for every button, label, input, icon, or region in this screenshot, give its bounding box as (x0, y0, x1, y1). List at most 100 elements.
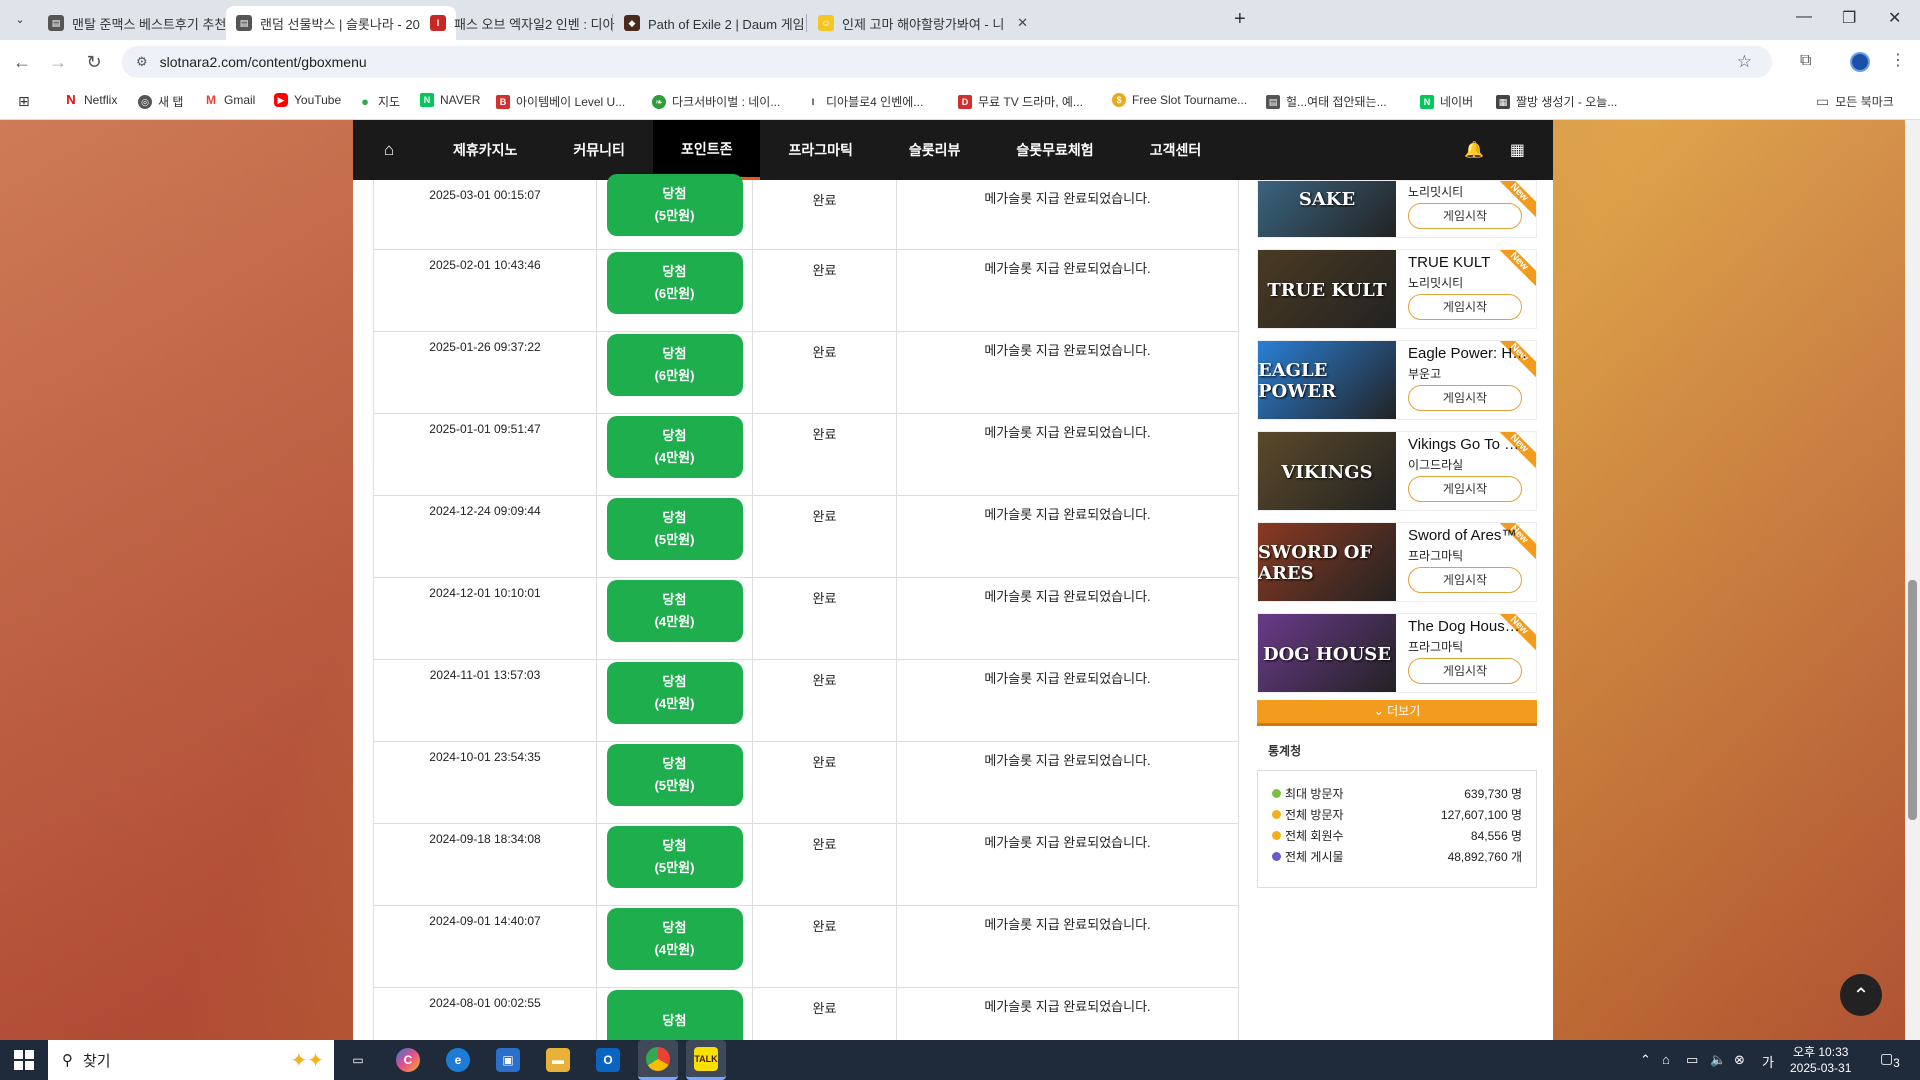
minimize-icon[interactable]: — (1796, 8, 1812, 26)
itembay-icon: B (496, 94, 510, 109)
extensions-puzzle-icon[interactable]: ⧉ (1800, 52, 1811, 70)
apps-grid-icon[interactable]: ⊞ (18, 93, 30, 110)
win-badge[interactable]: 당첨 (5만원) (606, 498, 743, 560)
win-badge[interactable]: 당첨 (5만원) (606, 744, 743, 806)
game-thumbnail[interactable]: SAKE (1258, 181, 1396, 237)
more-button[interactable]: ⌄ 더보기 (1257, 700, 1537, 726)
nav-item-pragmatic[interactable]: 프라그마틱 (760, 120, 880, 180)
game-card: DOG HOUSENewThe Dog House Muttley Crew프라… (1257, 613, 1537, 693)
stat-label: 전체 회원수 (1272, 827, 1344, 844)
browser-menu-kebab-icon[interactable]: ⋮ (1890, 50, 1906, 70)
all-bookmarks-label: 모든 북마크 (1835, 95, 1894, 109)
bookmark-itembay[interactable]: B 아이템베이 Level U... (496, 93, 625, 110)
play-game-button[interactable]: 게임시작 (1408, 658, 1522, 684)
nav-item-slot-review[interactable]: 슬롯리뷰 (881, 120, 989, 180)
game-thumbnail[interactable]: EAGLE POWER (1258, 341, 1396, 419)
win-badge[interactable]: 당첨 (4만원) (606, 416, 743, 478)
bookmark-new-tab[interactable]: ◎ 새 탭 (138, 93, 183, 110)
kakaotalk-icon[interactable]: TALK (686, 1040, 726, 1080)
play-game-button[interactable]: 게임시작 (1408, 385, 1522, 411)
profile-avatar[interactable] (1850, 52, 1870, 72)
address-bar[interactable]: ⚙ slotnara2.com/content/gboxmenu ☆ (122, 46, 1772, 78)
history-date: 2025-03-01 00:15:07 (373, 180, 597, 249)
new-tab-plus-icon[interactable]: + (1234, 8, 1246, 31)
outlook-icon[interactable]: O (596, 1048, 620, 1072)
play-game-button[interactable]: 게임시작 (1408, 203, 1522, 229)
bookmark-gmail[interactable]: M Gmail (204, 93, 255, 107)
stat-value: 84,556 명 (1470, 829, 1522, 843)
taskbar-search[interactable]: ⚲ 찾기 ✦✦ (48, 1040, 334, 1080)
file-explorer-icon[interactable]: ▬ (546, 1048, 570, 1072)
win-badge[interactable]: 당첨 (6만원) (606, 252, 743, 314)
volume-icon[interactable]: 🔈 (1710, 1052, 1726, 1068)
play-game-button[interactable]: 게임시작 (1408, 294, 1522, 320)
game-thumbnail[interactable]: VIKINGS (1258, 432, 1396, 510)
system-clock[interactable]: 오후 10:33 2025-03-31 (1790, 1044, 1851, 1076)
network-icon[interactable]: ▭ (1686, 1052, 1698, 1068)
task-view-icon[interactable]: ▭ (346, 1048, 370, 1072)
search-placeholder: 찾기 (83, 1052, 111, 1070)
forward-arrow-icon[interactable]: → (48, 52, 68, 73)
copilot-icon[interactable]: C (396, 1048, 420, 1072)
bookmark-dark-survival[interactable]: ❧ 다크서바이벌 : 네이... (652, 93, 780, 110)
browser-tab[interactable]: ☺ 인제 고마 해야할랑가봐여 - 니 ✕ (808, 6, 1038, 40)
store-icon[interactable]: ▣ (496, 1048, 520, 1072)
page-scrollbar[interactable] (1905, 120, 1920, 1040)
bookmark-diablo4-inven[interactable]: I 디아블로4 인벤에... (806, 93, 923, 110)
win-badge[interactable]: 당첨 (606, 990, 743, 1040)
nav-item-community[interactable]: 커뮤니티 (545, 120, 653, 180)
slot-favicon-icon: ▤ (236, 15, 252, 31)
game-thumbnail[interactable]: SWORD OF ARES (1258, 523, 1396, 601)
stat-bullet-icon (1272, 810, 1281, 819)
tab-search-chevron-icon[interactable]: ⌄ (10, 10, 30, 30)
play-game-button[interactable]: 게임시작 (1408, 476, 1522, 502)
close-tab-icon[interactable]: ✕ (1017, 15, 1028, 31)
new-games-list: SAKE New 노리밋시티 게임시작 TRUE KULT New TRUE KULT 노리밋… (1257, 180, 1537, 704)
ime-indicator-icon[interactable]: 가 (1762, 1052, 1774, 1071)
bookmark-slot-post[interactable]: ▤ 헐...여태 접안돼는... (1266, 93, 1387, 110)
bookmark-youtube[interactable]: ▶ YouTube (274, 93, 341, 107)
edge-icon[interactable]: e (446, 1048, 470, 1072)
bell-icon[interactable]: 🔔 (1464, 140, 1484, 160)
bookmark-netflix[interactable]: N Netflix (64, 93, 117, 107)
home-icon[interactable]: ⌂ (353, 120, 425, 180)
restore-icon[interactable]: ❐ (1842, 8, 1856, 28)
back-arrow-icon[interactable]: ← (12, 52, 32, 73)
tray-device-icon[interactable]: ⌂ (1662, 1052, 1670, 1067)
chrome-icon[interactable] (638, 1040, 678, 1080)
search-icon: ⚲ (62, 1052, 73, 1069)
notification-icon[interactable]: ▢3 (1880, 1050, 1900, 1070)
nav-item-support[interactable]: 고객센터 (1122, 120, 1230, 180)
bookmark-free-tv[interactable]: D 무료 TV 드라마, 예... (958, 93, 1083, 110)
game-thumbnail[interactable]: TRUE KULT (1258, 250, 1396, 328)
grid-menu-icon[interactable]: ▦ (1510, 140, 1525, 160)
site-info-icon[interactable]: ⚙ (136, 54, 148, 70)
win-badge[interactable]: 당첨 (4만원) (606, 662, 743, 724)
game-provider: 부운고 (1408, 367, 1442, 381)
scroll-to-top-button[interactable]: ⌃ (1840, 974, 1882, 1016)
win-badge-line1: 당첨 (662, 592, 687, 607)
bookmark-free-slot[interactable]: $ Free Slot Tourname... (1112, 93, 1247, 107)
bookmark-maps[interactable]: ● 지도 (358, 93, 400, 110)
win-badge[interactable]: 당첨 (5만원) (606, 826, 743, 888)
nav-item-free-slot[interactable]: 슬롯무료체험 (988, 120, 1121, 180)
tray-overflow-chevron-icon[interactable]: ⌃ (1640, 1052, 1651, 1068)
windows-start-icon[interactable] (14, 1050, 34, 1070)
close-window-icon[interactable]: ✕ (1888, 8, 1901, 28)
win-badge[interactable]: 당첨 (4만원) (606, 908, 743, 970)
tray-close-icon[interactable]: ⊗ (1734, 1052, 1745, 1068)
bookmark-naver-2[interactable]: N 네이버 (1420, 93, 1473, 110)
play-game-button[interactable]: 게임시작 (1408, 567, 1522, 593)
bookmark-meme-generator[interactable]: ▦ 짤방 생성기 - 오늘... (1496, 93, 1617, 110)
win-badge[interactable]: 당첨 (5만원) (606, 174, 743, 236)
scrollbar-thumb[interactable] (1908, 580, 1917, 820)
win-badge[interactable]: 당첨 (6만원) (606, 334, 743, 396)
win-badge[interactable]: 당첨 (4만원) (606, 580, 743, 642)
nav-item-partner-casino[interactable]: 제휴카지노 (425, 120, 545, 180)
bookmark-star-icon[interactable]: ☆ (1737, 52, 1752, 72)
bookmark-naver[interactable]: N NAVER (420, 93, 480, 107)
nav-item-point-zone[interactable]: 포인트존 (652, 120, 761, 180)
all-bookmarks[interactable]: ▭ 모든 북마크 (1816, 93, 1894, 110)
game-thumbnail[interactable]: DOG HOUSE (1258, 614, 1396, 692)
reload-icon[interactable]: ↻ (84, 52, 104, 73)
